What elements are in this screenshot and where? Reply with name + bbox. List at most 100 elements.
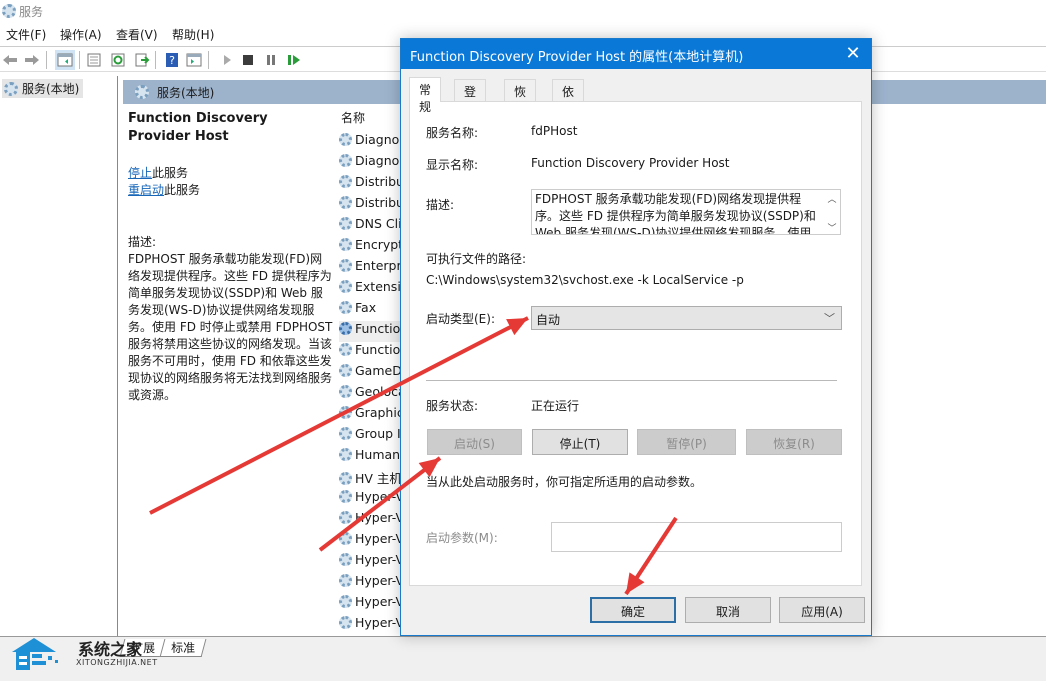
start-service-icon[interactable] [219,52,235,68]
toolbar-separator [79,51,80,69]
service-name-value: fdPHost [531,124,578,138]
restart-service-icon[interactable] [286,52,302,68]
service-row-name: Distribu [355,195,402,210]
tab-standard-label: 标准 [171,641,196,655]
divider [426,380,837,381]
apply-button[interactable]: 应用(A) [779,597,865,623]
start-params-input[interactable] [551,522,842,552]
description-scrollbar[interactable]: ︿ ﹀ [824,190,840,234]
show-action-pane-icon[interactable] [186,52,202,68]
service-row[interactable]: HV 主机 [339,468,402,489]
service-row[interactable]: Distribu [339,174,402,195]
service-row-name: Hyper-V [355,510,402,525]
service-row[interactable]: Hyper-V [339,552,402,573]
window-titlebar: 服务 [0,0,1046,22]
service-row-name: Group I [355,426,401,441]
path-value: C:\Windows\system32\svchost.exe -k Local… [426,273,744,287]
service-row[interactable]: Hyper-V [339,489,402,510]
forward-icon[interactable] [24,52,40,68]
restart-link-suffix: 此服务 [164,183,201,197]
service-title: Function Discovery Provider Host [128,111,268,144]
tab-recovery[interactable]: 恢复 [504,79,537,116]
watermark-logo-icon [12,638,58,670]
service-row[interactable]: Hyper-V [339,531,402,552]
service-gear-icon [339,301,352,314]
service-row[interactable]: Hyper-V [339,615,402,634]
show-hide-console-tree-icon[interactable] [55,50,75,70]
service-row-name: Hyper-V [355,615,402,630]
menu-action[interactable]: 操作(A) [60,26,102,43]
menu-view[interactable]: 查看(V) [116,26,158,43]
menu-file[interactable]: 文件(F) [6,26,46,43]
service-row[interactable]: Extensil [339,279,402,300]
stop-service-icon[interactable] [240,52,256,68]
dialog-titlebar[interactable]: Function Discovery Provider Host 的属性(本地计… [401,39,871,69]
service-row[interactable]: Hyper-V [339,510,402,531]
toolbar-separator [208,51,209,69]
service-row-name: Encrypt [355,237,402,252]
general-tab-panel: 服务名称: fdPHost 显示名称: Function Discovery P… [409,101,862,586]
service-row[interactable]: Encrypt [339,237,402,258]
service-row[interactable]: DNS Cli [339,216,402,237]
menu-help[interactable]: 帮助(H) [172,26,214,43]
help-icon[interactable]: ? [164,52,180,68]
service-row[interactable]: GameD [339,363,402,384]
startup-type-select[interactable]: 自动 ﹀ [531,306,842,330]
service-row[interactable]: Group I [339,426,401,447]
service-row[interactable]: Enterpr [339,258,402,279]
watermark-name: 系统之家 [78,640,143,659]
service-row-name: Hyper-V [355,552,402,567]
description-text: FDPHOST 服务承载功能发现(FD)网络发现提供程序。这些 FD 提供程序为… [535,192,816,235]
stop-button[interactable]: 停止(T) [532,429,628,455]
description-textbox[interactable]: FDPHOST 服务承载功能发现(FD)网络发现提供程序。这些 FD 提供程序为… [531,189,841,235]
close-icon[interactable]: ✕ [843,43,863,64]
service-row[interactable]: Hyper-V [339,594,402,615]
tab-general[interactable]: 常规 [409,77,442,114]
service-gear-icon [339,448,352,461]
start-params-label: 启动参数(M): [426,531,498,545]
properties-icon[interactable] [86,52,102,68]
tree-item-services-local[interactable]: 服务(本地) [2,79,84,98]
scroll-up-icon[interactable]: ︿ [824,192,840,209]
cancel-button[interactable]: 取消 [685,597,771,623]
refresh-icon[interactable] [110,52,126,68]
service-gear-icon [339,472,352,485]
service-row-name: Hyper-V [355,573,402,588]
service-row[interactable]: Distribu [339,195,402,216]
export-list-icon[interactable] [134,52,150,68]
pause-button[interactable]: 暂停(P) [637,429,736,455]
chevron-down-icon: ﹀ [824,312,835,325]
resume-button[interactable]: 恢复(R) [746,429,842,455]
tab-dependencies[interactable]: 依存关系 [552,79,585,150]
pause-service-icon[interactable] [263,52,279,68]
service-gear-icon [339,553,352,566]
stop-service-link[interactable]: 停止 [128,166,152,180]
service-row[interactable]: Graphic [339,405,402,426]
service-detail-panel: Function Discovery Provider Host 停止此服务 重… [128,110,333,404]
service-row-name: Graphic [355,405,402,420]
service-gear-icon [339,322,352,335]
service-row[interactable]: Diagno [339,153,399,174]
restart-service-link[interactable]: 重启动 [128,183,164,197]
service-row[interactable]: Geoloca [339,384,402,405]
service-row[interactable]: Functio [339,342,400,363]
startup-type-value: 自动 [536,313,561,327]
service-gear-icon [339,427,352,440]
service-gear-icon [339,343,352,356]
start-button[interactable]: 启动(S) [427,429,522,455]
service-row[interactable]: Diagno [339,132,399,153]
ok-button[interactable]: 确定 [590,597,676,623]
back-icon[interactable] [2,52,18,68]
service-row-name: GameD [355,363,402,378]
services-icon [135,85,149,99]
service-row[interactable]: Human [339,447,400,468]
service-row-name: Diagno [355,153,400,168]
service-row[interactable]: Functio [339,321,401,342]
restart-service-action: 重启动此服务 [128,182,333,199]
service-row[interactable]: Hyper-V [339,573,402,594]
service-row[interactable]: Fax [339,300,376,321]
stop-link-suffix: 此服务 [152,166,189,180]
scroll-down-icon[interactable]: ﹀ [824,221,840,234]
tab-logon[interactable]: 登录 [454,79,487,116]
column-header-name[interactable]: 名称 [341,109,365,126]
